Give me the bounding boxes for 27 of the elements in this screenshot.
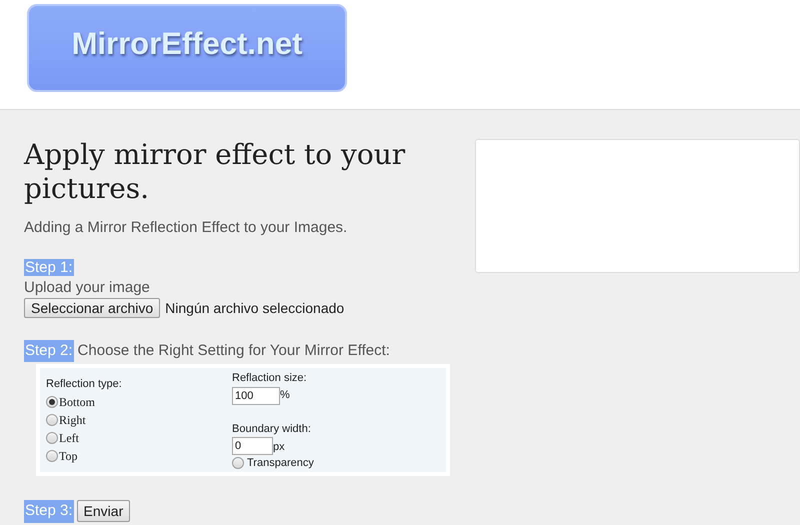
size-field[interactable]: 100	[232, 386, 280, 404]
radio-button[interactable]	[232, 457, 244, 470]
radio-button[interactable]	[46, 450, 58, 462]
size-unit: %	[280, 388, 290, 402]
radio-label: Left	[59, 430, 79, 446]
subtitle: Adding a Mirror Reflection Effect to your Images.	[24, 218, 348, 238]
file-status: Ningún archivo seleccionado	[165, 298, 344, 318]
reflection-type-label: Reflection type:	[46, 377, 122, 392]
choose-file-button[interactable]: Seleccionar archivo	[24, 298, 160, 318]
step-description: Choose the Right Setting for Your Mirror Effect:	[78, 340, 390, 360]
boundary-unit: px	[273, 440, 285, 454]
radio-button[interactable]	[46, 414, 58, 426]
submit-button[interactable]: Enviar	[76, 500, 130, 522]
boundary-label: Boundary width:	[232, 422, 311, 436]
step-label: Step 1:	[24, 258, 74, 276]
radio-label: Right	[59, 412, 86, 428]
upload-label: Upload your image	[24, 278, 150, 298]
radio-button[interactable]	[46, 432, 58, 444]
radio-button[interactable]	[46, 396, 58, 408]
radio-label: Top	[59, 448, 78, 464]
page-heading: Apply mirror effect to your pictures.	[24, 138, 406, 206]
transparency-label: Transparency	[247, 456, 314, 471]
step-label: Step 2:	[24, 340, 74, 362]
size-label: Reflaction size:	[232, 371, 307, 386]
step-label: Step 3:	[24, 500, 74, 522]
boundary-field[interactable]: 0	[232, 437, 273, 455]
radio-label: Bottom	[59, 394, 96, 410]
